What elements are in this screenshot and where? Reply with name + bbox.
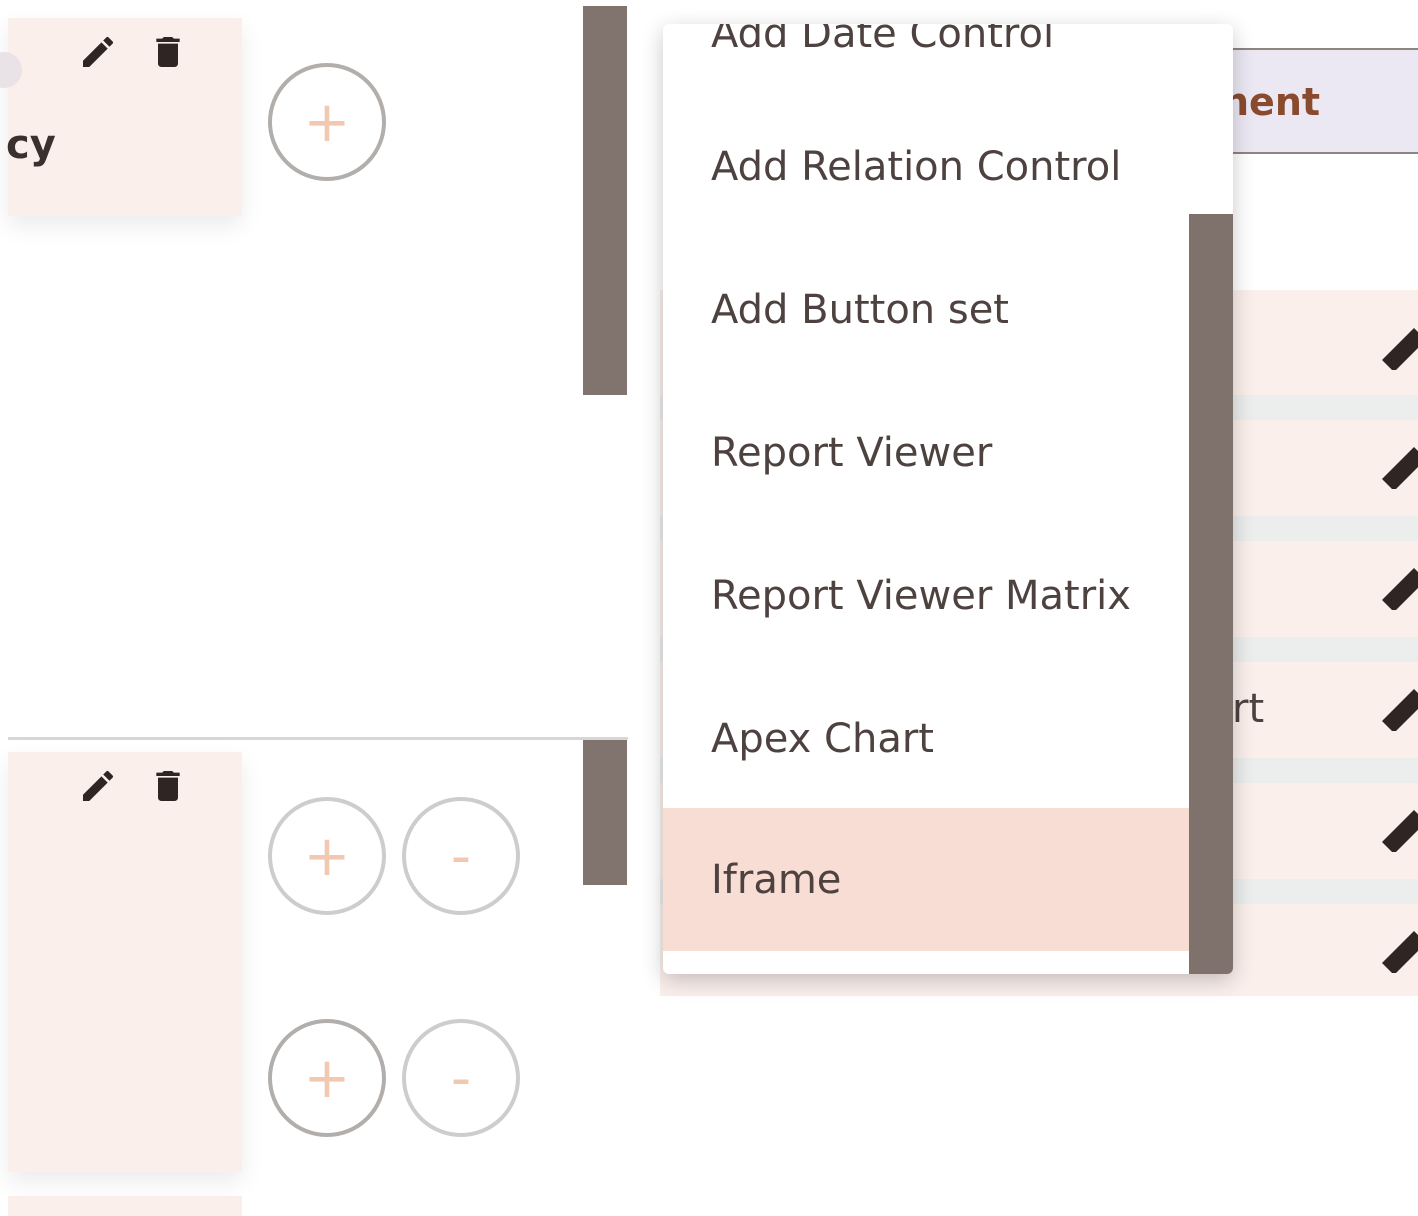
section-divider [8, 737, 628, 740]
component-type-menu: Add Date Control Add Relation Control Ad… [663, 24, 1233, 974]
panel-splitter-lower[interactable] [583, 740, 627, 885]
component-card-next [8, 1196, 242, 1216]
add-button[interactable]: + [268, 63, 386, 181]
component-card-bottom [8, 752, 242, 1172]
menu-item-apex-chart[interactable]: Apex Chart [663, 667, 1189, 810]
menu-item-report-viewer-matrix[interactable]: Report Viewer Matrix [663, 524, 1189, 667]
menu-item-add-date-control[interactable]: Add Date Control [663, 24, 1189, 105]
pencil-icon[interactable] [1382, 808, 1418, 852]
pencil-icon[interactable] [1382, 445, 1418, 489]
menu-item-iframe[interactable]: Iframe [663, 808, 1189, 951]
pencil-icon[interactable] [1382, 566, 1418, 610]
component-header-title: nent [1222, 80, 1321, 124]
menu-scrollbar-thumb[interactable] [1189, 214, 1233, 974]
drag-handle-fragment[interactable] [0, 52, 22, 88]
add-button[interactable]: + [268, 797, 386, 915]
pencil-icon[interactable] [1382, 687, 1418, 731]
menu-item-add-relation-control[interactable]: Add Relation Control [663, 95, 1189, 238]
pencil-icon[interactable] [78, 766, 118, 806]
pencil-icon[interactable] [1382, 929, 1418, 973]
menu-item-report-viewer[interactable]: Report Viewer [663, 381, 1189, 524]
add-button[interactable]: + [268, 1019, 386, 1137]
component-card-top: cy [0, 18, 242, 216]
card-title-fragment: cy [6, 122, 56, 168]
pencil-icon[interactable] [1382, 326, 1418, 370]
trash-icon[interactable] [148, 32, 188, 72]
trash-icon[interactable] [148, 766, 188, 806]
panel-splitter[interactable] [583, 6, 627, 395]
remove-button[interactable]: - [402, 1019, 520, 1137]
row-label-fragment: rt [1232, 686, 1265, 732]
menu-item-add-button-set[interactable]: Add Button set [663, 238, 1189, 381]
pencil-icon[interactable] [78, 32, 118, 72]
remove-button[interactable]: - [402, 797, 520, 915]
